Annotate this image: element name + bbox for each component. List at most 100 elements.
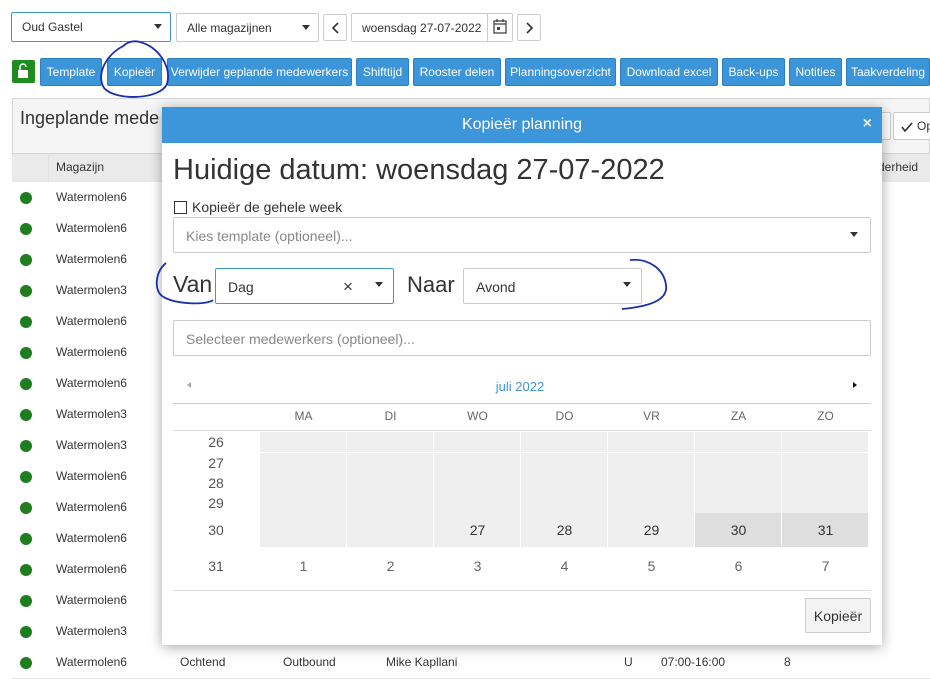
calendar-day-cell[interactable] <box>434 473 520 493</box>
calendar-day[interactable]: 28 <box>521 522 608 538</box>
calendar-day-cell[interactable] <box>347 453 433 473</box>
header-magazijn[interactable]: Magazijn <box>56 154 104 180</box>
date-field[interactable]: woensdag 27-07-2022 <box>351 13 513 42</box>
warehouse-select[interactable]: Alle magazijnen <box>176 13 319 42</box>
calendar-day-cell[interactable] <box>434 493 520 513</box>
calendar-day[interactable]: 4 <box>521 558 608 574</box>
calendar-day-cell[interactable] <box>260 493 346 513</box>
calendar-day-cell[interactable] <box>695 493 781 513</box>
calendar-day-cell[interactable] <box>608 473 694 493</box>
calendar-day-cell[interactable] <box>695 473 781 493</box>
employees-select[interactable]: Selecteer medewerkers (optioneel)... <box>173 320 871 356</box>
row-magazijn: Watermolen6 <box>56 314 127 328</box>
calendar-day-cell[interactable] <box>782 473 868 493</box>
date-field-value: woensdag 27-07-2022 <box>362 21 482 35</box>
calendar-day-cell[interactable] <box>608 432 694 452</box>
calendar-day-cell[interactable] <box>695 432 781 452</box>
table-row[interactable]: Watermolen6 Ochtend Outbound Mike Kaplla… <box>12 647 930 679</box>
calendar-day-cell[interactable] <box>260 453 346 473</box>
header-right-column[interactable]: derheid <box>878 154 918 180</box>
calendar-day[interactable]: 5 <box>608 558 695 574</box>
row-magazijn: Watermolen6 <box>56 345 127 359</box>
calendar-bottom-divider <box>173 590 871 591</box>
copy-submit-button[interactable]: Kopieër <box>805 598 871 633</box>
calendar-day[interactable]: 31 <box>782 522 869 538</box>
calendar-day-cell[interactable] <box>347 432 433 452</box>
calendar-day-cell[interactable] <box>782 453 868 473</box>
task-distribution-button[interactable]: Taakverdeling <box>846 58 930 86</box>
calendar-day-cell[interactable] <box>608 493 694 513</box>
status-dot-icon <box>20 223 32 235</box>
copy-button[interactable]: Kopieër <box>107 58 162 86</box>
calendar-day[interactable]: 29 <box>608 522 695 538</box>
calendar-day-cell[interactable] <box>434 453 520 473</box>
row-magazijn: Watermolen6 <box>56 376 127 390</box>
from-select[interactable]: Dag × <box>215 268 394 304</box>
notes-button[interactable]: Notities <box>789 58 842 86</box>
clear-icon[interactable]: × <box>343 277 353 297</box>
backups-button[interactable]: Back-ups <box>722 58 785 86</box>
calendar-day-cell[interactable] <box>434 432 520 452</box>
next-date-button[interactable] <box>517 14 541 41</box>
ok-button[interactable]: Op <box>893 112 930 140</box>
calendar-day-cell[interactable] <box>521 493 607 513</box>
calendar-day-cell[interactable] <box>347 473 433 493</box>
calendar-day[interactable]: 1 <box>260 558 347 574</box>
calendar-day-cell[interactable] <box>521 453 607 473</box>
calendar-icon <box>493 19 507 34</box>
template-button[interactable]: Template <box>40 58 102 86</box>
calendar-day-cell[interactable] <box>521 432 607 452</box>
status-dot-icon <box>20 471 32 483</box>
calendar-day-cell[interactable] <box>260 432 346 452</box>
status-dot-icon <box>20 533 32 545</box>
status-dot-icon <box>20 285 32 297</box>
calendar-month-label[interactable]: juli 2022 <box>173 379 867 394</box>
modal-title: Kopieër planning <box>461 116 583 133</box>
status-dot-icon <box>20 378 32 390</box>
current-date-heading: Huidige datum: woensdag 27-07-2022 <box>173 154 665 186</box>
calendar-day-cell[interactable] <box>260 513 346 547</box>
weekday-label: ZO <box>817 409 834 423</box>
unlock-button[interactable] <box>12 60 35 83</box>
calendar-day[interactable]: 6 <box>695 558 782 574</box>
calendar-day-cell[interactable] <box>695 453 781 473</box>
template-placeholder: Kies template (optioneel)... <box>186 228 353 244</box>
calendar-next-month[interactable] <box>850 379 860 391</box>
calendar-day-cell[interactable] <box>521 473 607 493</box>
calendar-day-cell[interactable] <box>782 493 868 513</box>
calendar-day[interactable]: 30 <box>695 522 782 538</box>
calendar-day-cell[interactable] <box>608 453 694 473</box>
template-select[interactable]: Kies template (optioneel)... <box>173 217 871 253</box>
status-dot-icon <box>20 192 32 204</box>
calendar-day-cell[interactable] <box>260 473 346 493</box>
calendar-day[interactable]: 3 <box>434 558 521 574</box>
week-number: 28 <box>208 475 224 491</box>
whole-week-label: Kopieër de gehele week <box>192 199 343 215</box>
whole-week-checkbox[interactable] <box>174 201 187 214</box>
shift-time-button[interactable]: Shifttijd <box>356 58 409 86</box>
chevron-right-icon <box>526 22 534 34</box>
calendar-day[interactable]: 7 <box>782 558 869 574</box>
location-select[interactable]: Oud Gastel <box>11 12 171 42</box>
calendar-day[interactable]: 27 <box>434 522 521 538</box>
row-magazijn: Watermolen6 <box>56 593 127 607</box>
planning-overview-button[interactable]: Planningsoverzicht <box>505 58 616 86</box>
panel-title: Ingeplande mede <box>20 108 160 128</box>
status-dot-icon <box>20 440 32 452</box>
close-icon[interactable]: × <box>863 107 872 141</box>
calendar-day-cell[interactable] <box>347 513 433 547</box>
status-dot-icon <box>20 316 32 328</box>
download-excel-button[interactable]: Download excel <box>620 58 718 86</box>
calendar-day[interactable]: 2 <box>347 558 434 574</box>
prev-date-button[interactable] <box>323 14 347 41</box>
calendar-day-cell[interactable] <box>782 432 868 452</box>
chevron-down-icon <box>154 24 162 29</box>
share-schedule-button[interactable]: Rooster delen <box>413 58 501 86</box>
row-magazijn: Watermolen6 <box>56 252 127 266</box>
remove-planned-employees-button[interactable]: Verwijder geplande medewerkers <box>167 58 352 86</box>
to-select[interactable]: Avond <box>463 268 642 304</box>
chevron-down-icon <box>623 282 631 287</box>
chevron-down-icon <box>375 282 383 287</box>
calendar-day-cell[interactable] <box>347 493 433 513</box>
calendar-button[interactable] <box>487 14 512 41</box>
